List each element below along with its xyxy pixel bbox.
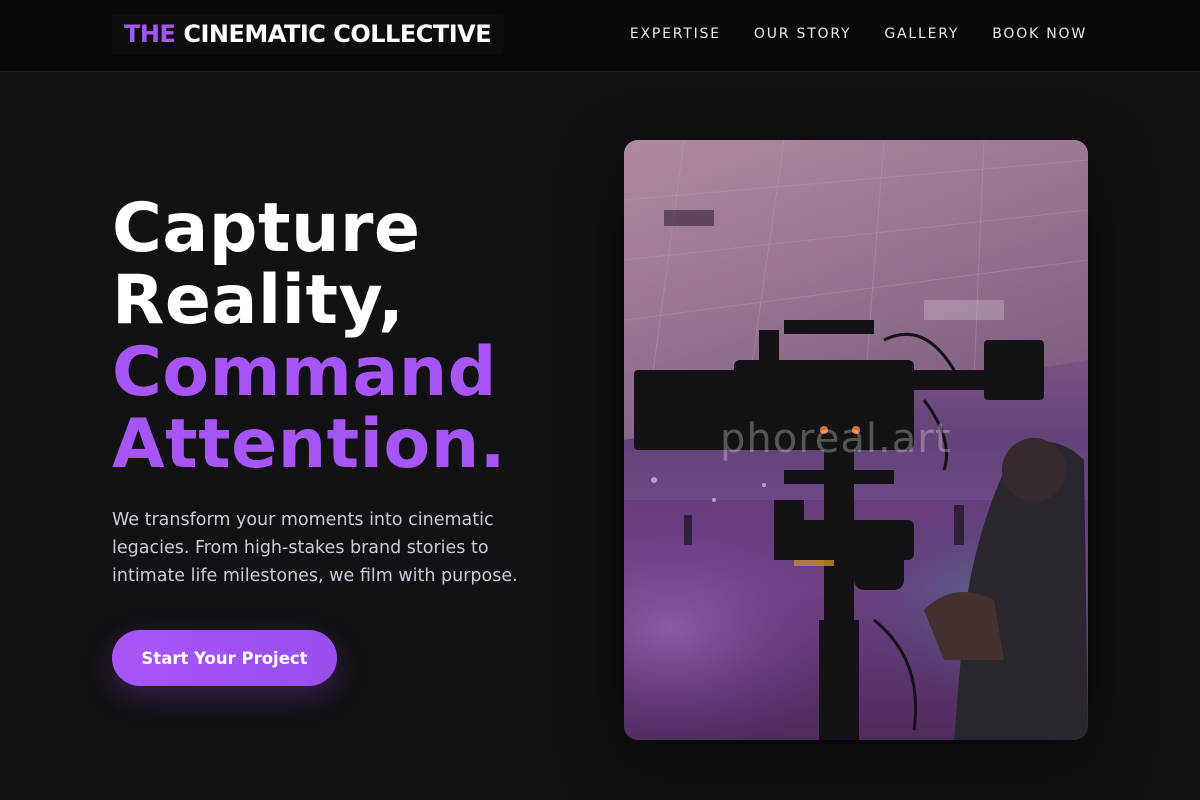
hero-title-line-2: Reality, xyxy=(112,261,405,340)
start-project-button[interactable]: Start Your Project xyxy=(112,630,337,686)
main-nav: EXPERTISE OUR STORY GALLERY BOOK NOW xyxy=(630,0,1087,68)
nav-link-expertise[interactable]: EXPERTISE xyxy=(630,26,721,42)
image-watermark: phoreal.art xyxy=(720,416,952,462)
hero-title-line-3: Command xyxy=(112,333,497,412)
brand-logo[interactable]: THE CINEMATIC COLLECTIVE xyxy=(112,14,504,54)
hero-title-line-4: Attention. xyxy=(112,405,506,484)
top-navbar: THE CINEMATIC COLLECTIVE EXPERTISE OUR S… xyxy=(0,0,1200,72)
nav-link-book-now[interactable]: BOOK NOW xyxy=(992,26,1087,42)
hero-title: Capture Reality, Command Attention. xyxy=(112,193,506,481)
hero-description: We transform your moments into cinematic… xyxy=(112,510,518,586)
brand-accent-text: THE xyxy=(124,20,176,48)
brand-name-text: CINEMATIC COLLECTIVE xyxy=(183,20,492,48)
hero-camera-photo: phoreal.art xyxy=(624,140,1088,740)
nav-link-our-story[interactable]: OUR STORY xyxy=(754,26,852,42)
hero-title-line-1: Capture xyxy=(112,189,421,268)
nav-link-gallery[interactable]: GALLERY xyxy=(884,26,959,42)
